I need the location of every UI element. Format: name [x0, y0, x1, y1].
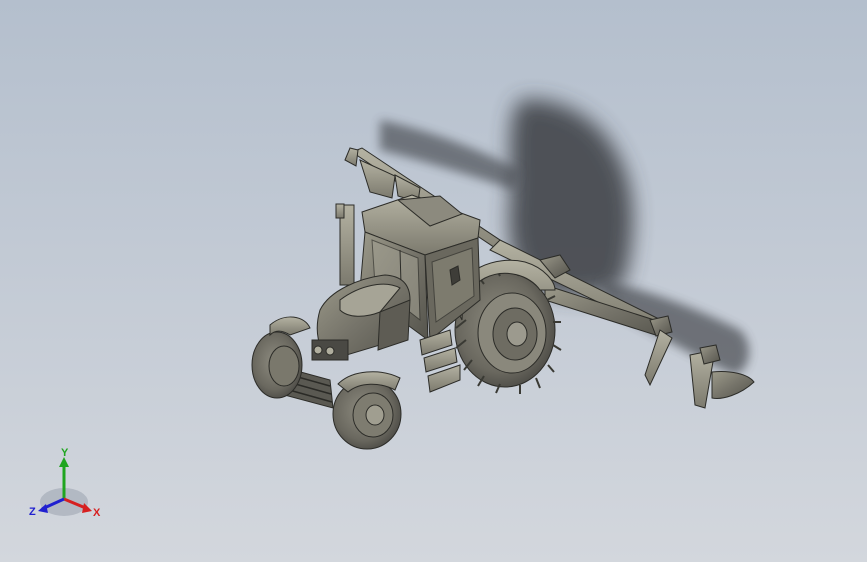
- coordinate-triad: Y X Z: [29, 447, 101, 519]
- tractor-plow-model[interactable]: [0, 0, 867, 562]
- tractor-hood: [311, 274, 411, 361]
- triad-y-label: Y: [61, 447, 69, 459]
- graphics-viewport[interactable]: Y X Z: [0, 0, 867, 562]
- cab-steps: [419, 329, 461, 393]
- front-right-wheel: [332, 371, 402, 450]
- triad-z-label: Z: [29, 506, 36, 518]
- triad-x-label: X: [93, 507, 101, 519]
